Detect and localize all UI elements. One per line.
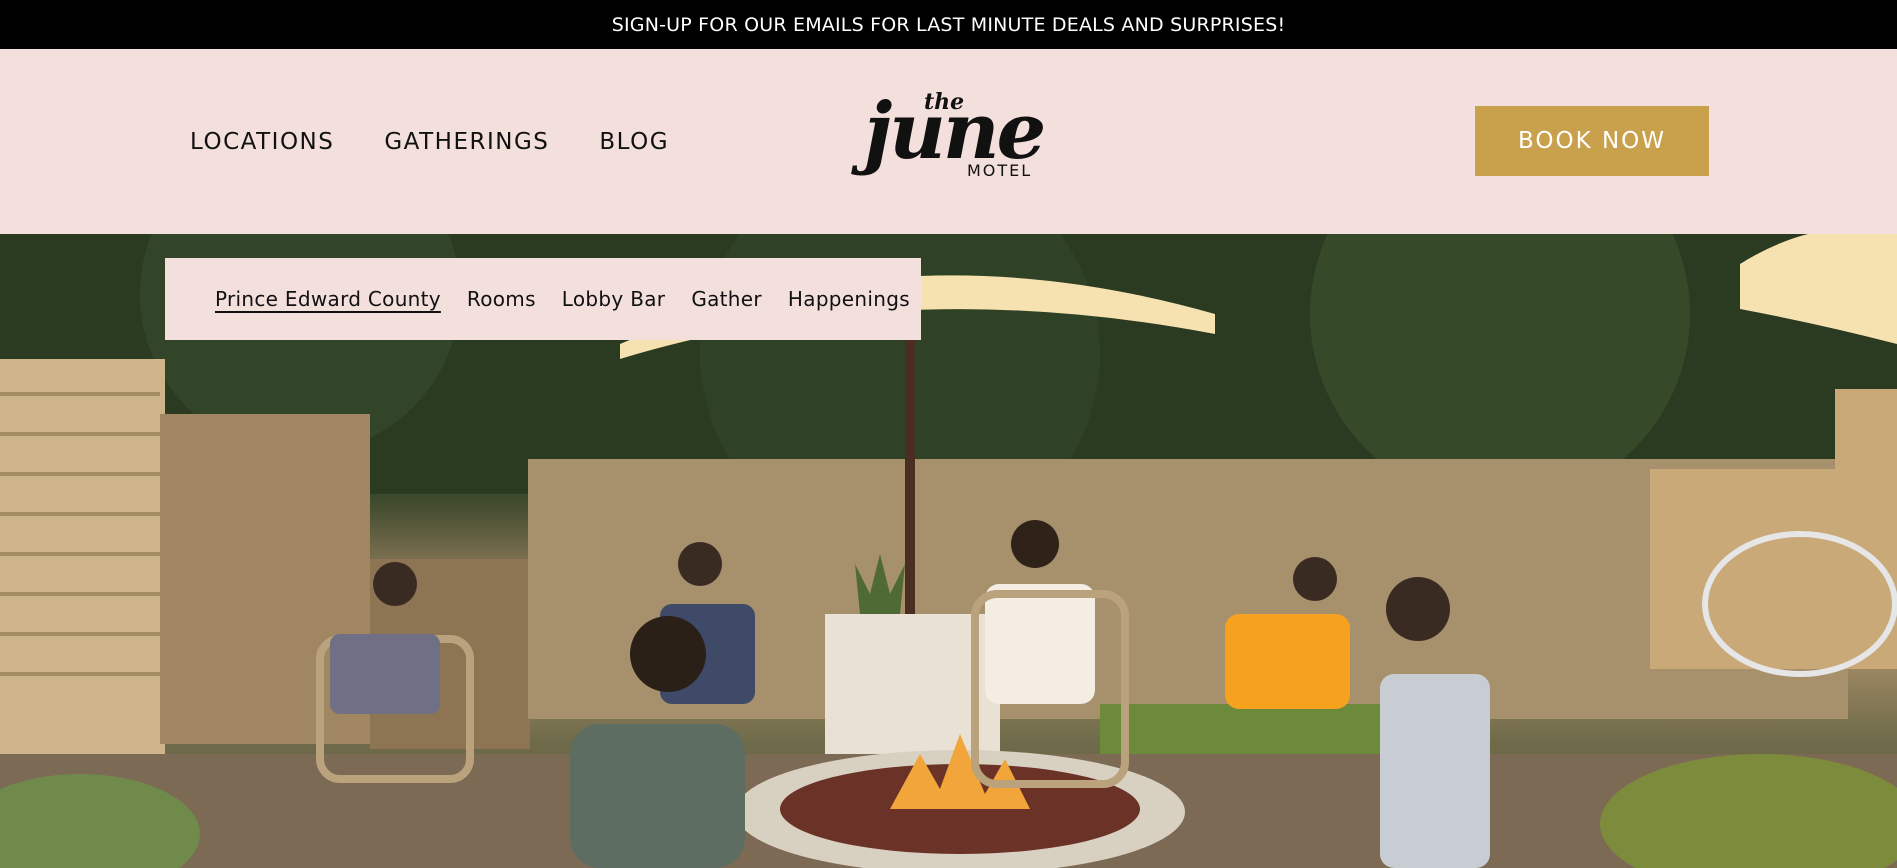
logo-motel-text: MOTEL [967,161,1033,180]
subnav-rooms[interactable]: Rooms [467,287,536,311]
announcement-text[interactable]: SIGN-UP FOR OUR EMAILS FOR LAST MINUTE D… [612,14,1286,36]
location-subnav: Prince Edward County Rooms Lobby Bar Gat… [165,258,921,340]
main-nav: LOCATIONS GATHERINGS BLOG [190,129,669,155]
subnav-happenings[interactable]: Happenings [788,287,910,311]
book-now-button[interactable]: BOOK NOW [1475,106,1709,176]
logo-the-text: the [924,89,965,115]
announcement-bar[interactable]: SIGN-UP FOR OUR EMAILS FOR LAST MINUTE D… [0,0,1897,49]
subnav-gather[interactable]: Gather [691,287,762,311]
subnav-prince-edward-county[interactable]: Prince Edward County [215,287,441,311]
june-motel-logo[interactable]: june the MOTEL [864,89,1046,201]
nav-blog[interactable]: BLOG [599,129,669,155]
nav-gatherings[interactable]: GATHERINGS [384,129,549,155]
nav-locations[interactable]: LOCATIONS [190,129,334,155]
site-header: LOCATIONS GATHERINGS BLOG june the MOTEL… [0,49,1897,234]
subnav-lobby-bar[interactable]: Lobby Bar [562,287,666,311]
